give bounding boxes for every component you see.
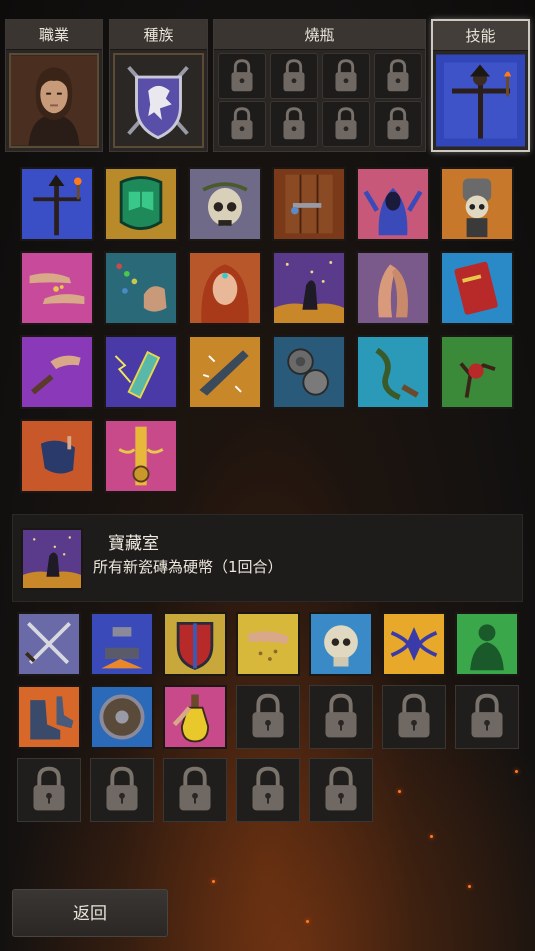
gloved-hand-icon[interactable] (20, 419, 94, 493)
tab-class[interactable]: 職業 (5, 19, 103, 152)
eagle-crest-shield-icon (113, 53, 204, 148)
tab-race[interactable]: 種族 (109, 19, 208, 152)
padlock-icon (236, 758, 300, 822)
treasure-room-icon (21, 528, 83, 590)
pointing-hand-icon[interactable] (20, 335, 94, 409)
sand-hand-icon[interactable] (236, 612, 300, 676)
wooden-door-icon[interactable] (272, 167, 346, 241)
serpent-staff-icon[interactable] (356, 335, 430, 409)
hooded-figure-icon[interactable] (356, 167, 430, 241)
cracked-skull-icon[interactable] (309, 612, 373, 676)
padlock-icon (382, 685, 446, 749)
padlock-icon (236, 685, 300, 749)
padlock-icon (163, 758, 227, 822)
tab-race-label: 種族 (110, 20, 207, 50)
shield-icon[interactable] (163, 612, 227, 676)
hand-tree-icon[interactable] (440, 335, 514, 409)
back-button[interactable]: 返回 (12, 889, 168, 937)
golden-pillar-icon[interactable] (104, 419, 178, 493)
flask-slot-locked (374, 101, 422, 147)
padlock-icon (309, 758, 373, 822)
beads-fist-icon[interactable] (104, 251, 178, 325)
padlock-icon (455, 685, 519, 749)
ember (306, 920, 309, 923)
lightning-crystal-icon[interactable] (104, 335, 178, 409)
padlock-icon (17, 758, 81, 822)
flask-slot-locked (374, 53, 422, 99)
tab-class-label: 職業 (6, 20, 102, 50)
crossed-swords-icon[interactable] (17, 612, 81, 676)
tab-skills-label: 技能 (433, 21, 528, 51)
character-portrait-icon (9, 53, 99, 148)
flask-slot-locked (322, 101, 370, 147)
padlock-icon (90, 758, 154, 822)
flask-slot-locked (218, 53, 266, 99)
praying-hands-icon[interactable] (356, 251, 430, 325)
flask-slot-locked (270, 53, 318, 99)
red-haired-woman-icon[interactable] (188, 251, 262, 325)
anvil-hammer-icon[interactable] (90, 612, 154, 676)
shattering-blade-icon[interactable] (188, 335, 262, 409)
skill-description: 所有新瓷磚為硬幣（1回合） (93, 558, 283, 576)
treasure-room-icon[interactable] (272, 251, 346, 325)
flask-slot-locked (218, 101, 266, 147)
green-armor-icon[interactable] (104, 167, 178, 241)
skeleton-knight-icon[interactable] (440, 167, 514, 241)
coin-hands-icon[interactable] (20, 251, 94, 325)
ember (430, 835, 433, 838)
potion-icon[interactable] (163, 685, 227, 749)
ember (515, 770, 518, 773)
thorn-skull-icon[interactable] (188, 167, 262, 241)
tab-flask-label: 燒瓶 (214, 20, 425, 50)
padlock-icon (309, 685, 373, 749)
round-shield-icon[interactable] (90, 685, 154, 749)
coins-icon[interactable] (272, 335, 346, 409)
red-book-icon[interactable] (440, 251, 514, 325)
scarecrow-icon[interactable] (20, 167, 94, 241)
skill-title: 寶藏室 (108, 534, 159, 554)
flask-slot-locked (270, 101, 318, 147)
ember (398, 790, 401, 793)
winged-emblem-icon[interactable] (382, 612, 446, 676)
tab-skills[interactable]: 技能 (431, 19, 530, 152)
skill-info-panel: 寶藏室 所有新瓷磚為硬幣（1回合） (12, 514, 523, 602)
ember (468, 885, 471, 888)
flask-slot-locked (322, 53, 370, 99)
boots-icon[interactable] (17, 685, 81, 749)
green-figure-icon[interactable] (455, 612, 519, 676)
scarecrow-skill-icon (436, 54, 525, 147)
ember (212, 880, 215, 883)
